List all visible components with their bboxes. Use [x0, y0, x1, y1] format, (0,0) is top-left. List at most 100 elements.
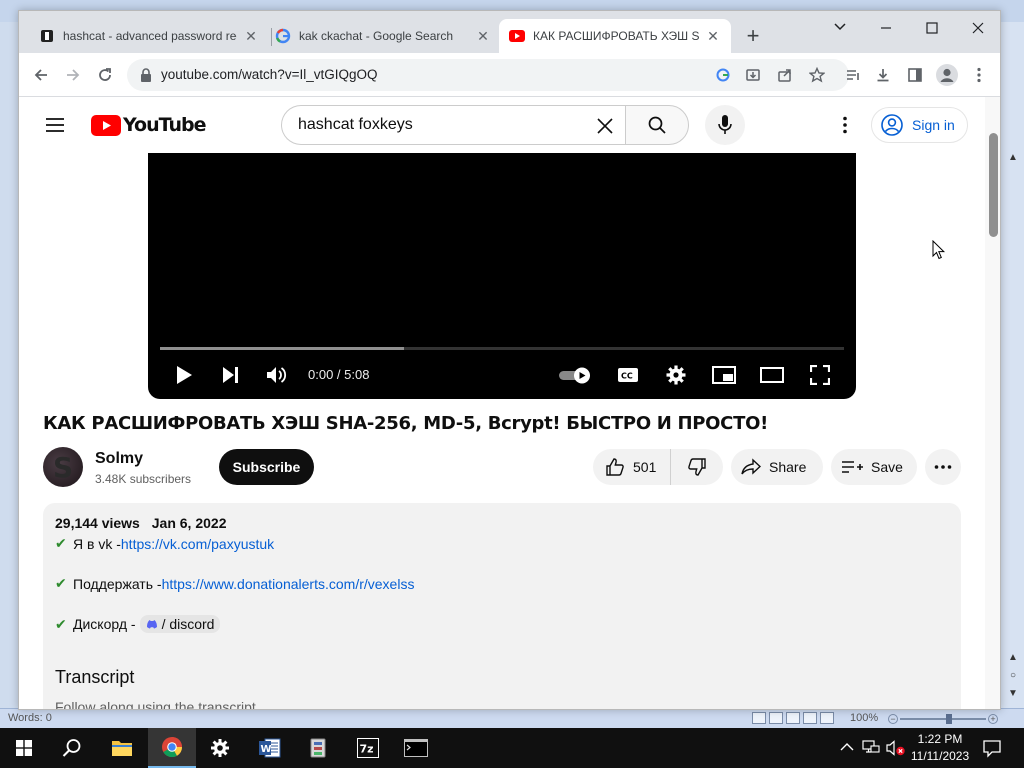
- video-progress-bar[interactable]: [160, 347, 844, 350]
- channel-avatar[interactable]: S: [43, 447, 83, 487]
- start-button[interactable]: [0, 728, 48, 768]
- youtube-logo[interactable]: YouTube: [91, 113, 206, 137]
- svg-text:7z: 7z: [360, 743, 374, 756]
- play-icon[interactable]: [172, 359, 196, 391]
- google-icon: [275, 28, 291, 44]
- tab-search-icon[interactable]: [817, 15, 863, 41]
- side-panel-icon[interactable]: [901, 61, 929, 89]
- next-page-icon[interactable]: ▼: [1005, 688, 1021, 702]
- profile-icon[interactable]: [933, 61, 961, 89]
- video-time: 0:00 / 5:08: [308, 367, 370, 382]
- page-viewport: YouTube hashcat foxkeys Sign in 0:00 / 5…: [19, 97, 1000, 709]
- youtube-icon: [509, 28, 525, 44]
- next-video-icon[interactable]: [218, 359, 242, 391]
- tab-hashcat[interactable]: hashcat - advanced password recovery ✕: [29, 19, 269, 53]
- voice-search-button[interactable]: [705, 105, 745, 145]
- downloads-icon[interactable]: [869, 61, 897, 89]
- clear-search-icon[interactable]: [589, 110, 621, 142]
- theater-mode-icon[interactable]: [758, 359, 786, 391]
- subtitles-icon[interactable]: CC: [614, 359, 642, 391]
- google-lens-icon[interactable]: [713, 65, 733, 85]
- browse-object-icon[interactable]: ○: [1005, 670, 1021, 684]
- search-button[interactable]: [625, 105, 689, 145]
- close-tab-icon[interactable]: ✕: [243, 28, 259, 44]
- address-bar[interactable]: youtube.com/watch?v=Il_vtGIQgOQ: [127, 59, 849, 91]
- dislike-button[interactable]: [671, 449, 723, 485]
- settings-gear-icon[interactable]: [662, 359, 690, 391]
- sign-in-button[interactable]: Sign in: [871, 107, 968, 143]
- scrollbar-thumb[interactable]: [989, 133, 998, 237]
- save-button[interactable]: Save: [831, 449, 917, 485]
- like-button[interactable]: 501: [593, 449, 671, 485]
- forward-icon[interactable]: [59, 61, 87, 89]
- like-count: 501: [633, 459, 657, 475]
- lock-icon[interactable]: [139, 67, 155, 83]
- clock-time: 1:22 PM: [917, 732, 963, 746]
- word-right-scrollbar[interactable]: ▲ ▲ ○ ▼: [1000, 22, 1024, 712]
- subscribe-button[interactable]: Subscribe: [219, 449, 314, 485]
- zoom-level: 100%: [850, 712, 879, 724]
- url-text[interactable]: youtube.com/watch?v=Il_vtGIQgOQ: [161, 67, 377, 82]
- zoom-out-icon[interactable]: −: [888, 714, 898, 724]
- settings-taskbar-button[interactable]: [196, 728, 244, 768]
- chrome-menu-icon[interactable]: [965, 61, 993, 89]
- share-page-icon[interactable]: [775, 65, 795, 85]
- taskbar-search-button[interactable]: [48, 728, 96, 768]
- archive-taskbar-button[interactable]: [294, 728, 342, 768]
- zoom-slider[interactable]: − +: [888, 714, 998, 724]
- vk-link[interactable]: https://vk.com/paxyustuk: [121, 536, 274, 552]
- tab-google-search[interactable]: kak ckachat - Google Search ✕: [265, 19, 501, 53]
- reading-list-icon[interactable]: [839, 61, 867, 89]
- zoom-in-icon[interactable]: +: [988, 714, 998, 724]
- video-player[interactable]: 0:00 / 5:08 CC: [148, 153, 856, 399]
- volume-icon[interactable]: [264, 359, 290, 391]
- autoplay-toggle-icon[interactable]: [558, 359, 594, 391]
- transcript-heading: Transcript: [55, 667, 135, 687]
- notification-center-icon[interactable]: [982, 738, 1002, 758]
- view-count: 29,144 views: [55, 515, 140, 531]
- donationalerts-link[interactable]: https://www.donationalerts.com/r/vexelss: [162, 576, 415, 592]
- channel-name[interactable]: Solmy: [95, 450, 143, 468]
- chrome-taskbar-button[interactable]: [148, 728, 196, 768]
- new-tab-button[interactable]: +: [741, 25, 765, 49]
- 7zip-taskbar-button[interactable]: 7z: [344, 728, 392, 768]
- close-tab-icon[interactable]: ✕: [475, 28, 491, 44]
- prev-page-icon[interactable]: ▲: [1005, 652, 1021, 666]
- show-hidden-icons-chevron-icon[interactable]: [840, 742, 854, 752]
- maximize-icon[interactable]: [909, 15, 955, 41]
- install-app-icon[interactable]: [743, 65, 763, 85]
- search-icon: [648, 116, 666, 134]
- description-line: ✔ Дискорд - / discord: [55, 615, 221, 633]
- svg-text:W: W: [261, 744, 272, 755]
- close-tab-icon[interactable]: ✕: [705, 28, 721, 44]
- word-taskbar-button[interactable]: W: [246, 728, 294, 768]
- word-status-bar: Words: 0 100% − +: [0, 708, 1024, 728]
- hamburger-menu-icon[interactable]: [43, 113, 67, 137]
- terminal-taskbar-button[interactable]: [392, 728, 440, 768]
- reload-icon[interactable]: [91, 61, 119, 89]
- search-query[interactable]: hashcat foxkeys: [298, 116, 413, 134]
- discord-link-chip[interactable]: / discord: [139, 615, 221, 633]
- bookmark-star-icon[interactable]: [807, 65, 827, 85]
- file-explorer-button[interactable]: [98, 728, 146, 768]
- fullscreen-icon[interactable]: [806, 359, 834, 391]
- search-input[interactable]: hashcat foxkeys: [281, 105, 625, 145]
- back-icon[interactable]: [27, 61, 55, 89]
- check-mark-icon: ✔: [55, 575, 67, 591]
- share-arrow-icon: [741, 458, 761, 475]
- view-buttons[interactable]: [752, 712, 842, 726]
- more-actions-button[interactable]: [925, 449, 961, 485]
- miniplayer-icon[interactable]: [710, 359, 738, 391]
- share-button[interactable]: Share: [731, 449, 823, 485]
- page-scrollbar[interactable]: [985, 97, 1000, 709]
- video-description[interactable]: 29,144 views Jan 6, 2022 ✔ Я в vk - http…: [43, 503, 961, 709]
- close-window-icon[interactable]: [955, 15, 1000, 41]
- minimize-icon[interactable]: [863, 15, 909, 41]
- account-icon: [881, 114, 903, 136]
- scroll-up-icon[interactable]: ▲: [1005, 152, 1021, 166]
- network-icon[interactable]: [862, 740, 880, 756]
- view-meta: 29,144 views Jan 6, 2022: [55, 515, 234, 531]
- system-clock[interactable]: 1:22 PM 11/11/2023: [900, 731, 980, 765]
- settings-menu-icon[interactable]: [833, 113, 857, 137]
- tab-youtube[interactable]: КАК РАСШИФРОВАТЬ ХЭШ SHA-256, MD-5 ✕: [499, 19, 731, 53]
